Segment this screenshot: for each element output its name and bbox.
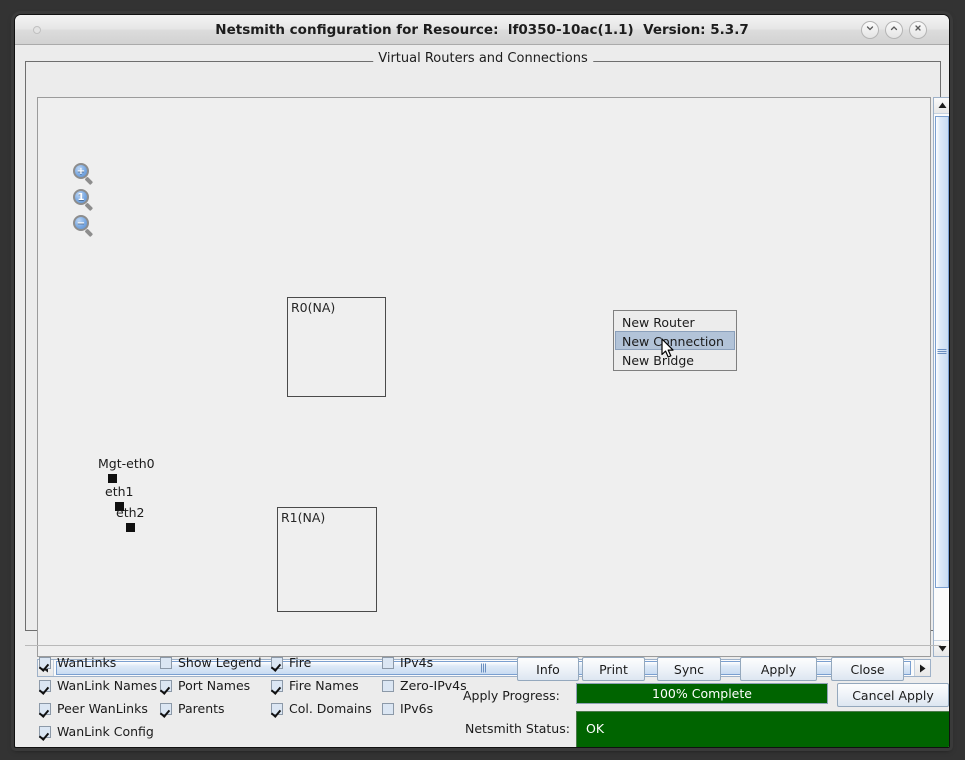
checkbox-box-icon[interactable]	[39, 679, 51, 692]
desktop-background: Netsmith configuration for Resource: lf0…	[0, 0, 965, 760]
router-node[interactable]: R0(NA)	[287, 297, 386, 397]
virtual-routers-panel: Virtual Routers and Connections + 1 − R0…	[25, 51, 949, 677]
checkbox-col-domains[interactable]: Col. Domains	[271, 701, 372, 716]
scrollbar-grip-icon	[937, 349, 947, 355]
apply-progress-bar: 100% Complete	[576, 683, 828, 704]
port-label: Mgt-eth0	[98, 456, 155, 471]
port-label: eth1	[105, 484, 134, 499]
close-button[interactable]: Close	[831, 657, 904, 681]
sync-button[interactable]: Sync	[657, 657, 721, 681]
zoom-in-glyph: +	[73, 163, 89, 179]
checkbox-wanlink-names[interactable]: WanLink Names	[39, 678, 157, 693]
checkbox-label: IPv6s	[400, 701, 434, 716]
port-label: eth2	[116, 505, 145, 520]
netsmith-window: Netsmith configuration for Resource: lf0…	[14, 14, 950, 748]
zoom-out-icon[interactable]: −	[73, 215, 95, 238]
checkbox-label: Zero-IPv4s	[400, 678, 467, 693]
context-menu-item-new-bridge[interactable]: New Bridge	[615, 350, 735, 369]
checkbox-label: WanLink Names	[57, 678, 158, 693]
window-titlebar[interactable]: Netsmith configuration for Resource: lf0…	[15, 15, 949, 45]
close-window-button[interactable]	[909, 21, 927, 39]
magnifier-handle	[84, 176, 94, 186]
magnifier-handle	[84, 228, 94, 238]
vertical-scrollbar-thumb[interactable]	[935, 116, 949, 588]
checkbox-parents[interactable]: Parents	[160, 701, 225, 716]
vertical-scrollbar[interactable]	[933, 97, 949, 657]
checkbox-label: Peer WanLinks	[57, 701, 148, 716]
context-menu-item-new-router[interactable]: New Router	[615, 312, 735, 331]
checkbox-box-icon[interactable]	[382, 702, 394, 715]
checkbox-fire-names[interactable]: Fire Names	[271, 678, 359, 693]
context-menu[interactable]: New Router New Connection New Bridge	[613, 310, 737, 371]
netsmith-status-field: OK	[576, 711, 949, 747]
checkbox-box-icon[interactable]	[271, 679, 283, 692]
checkbox-fire[interactable]: Fire	[271, 655, 311, 670]
checkbox-box-icon[interactable]	[39, 656, 51, 669]
checkbox-label: Fire Names	[289, 678, 359, 693]
context-menu-item-new-connection[interactable]: New Connection	[615, 331, 735, 350]
checkbox-box-icon[interactable]	[39, 725, 51, 738]
checkbox-box-icon[interactable]	[271, 702, 283, 715]
checkbox-wanlinks[interactable]: WanLinks	[39, 655, 116, 670]
checkbox-port-names[interactable]: Port Names	[160, 678, 250, 693]
checkbox-label: WanLinks	[57, 655, 117, 670]
checkbox-box-icon[interactable]	[160, 702, 172, 715]
window-title: Netsmith configuration for Resource: lf0…	[215, 22, 749, 38]
bottom-control-panel: WanLinks WanLink Names Peer WanLinks Wan…	[25, 645, 949, 747]
chevron-up-icon	[890, 26, 898, 31]
checkbox-box-icon[interactable]	[160, 679, 172, 692]
panel-divider	[25, 645, 941, 646]
checkbox-label: Show Legend	[178, 655, 262, 670]
zoom-actual-icon[interactable]: 1	[73, 189, 95, 212]
apply-progress-text: 100% Complete	[652, 686, 752, 701]
magnifier-handle	[84, 202, 94, 212]
apply-button[interactable]: Apply	[740, 657, 817, 681]
checkbox-box-icon[interactable]	[39, 702, 51, 715]
close-icon	[915, 25, 921, 31]
checkbox-label: Col. Domains	[289, 701, 372, 716]
checkbox-zero-ipv4s[interactable]: Zero-IPv4s	[382, 678, 467, 693]
netsmith-status-value: OK	[586, 721, 605, 736]
checkbox-ipv6s[interactable]: IPv6s	[382, 701, 433, 716]
checkbox-show-legend[interactable]: Show Legend	[160, 655, 262, 670]
port-square-icon[interactable]	[126, 523, 135, 532]
router-label: R0(NA)	[291, 300, 336, 315]
router-node[interactable]: R1(NA)	[277, 507, 377, 612]
checkbox-ipv4s[interactable]: IPv4s	[382, 655, 433, 670]
checkbox-label: Parents	[178, 701, 225, 716]
cancel-apply-button[interactable]: Cancel Apply	[837, 683, 949, 707]
print-button[interactable]: Print	[582, 657, 645, 681]
maximize-button[interactable]	[885, 21, 903, 39]
checkbox-label: WanLink Config	[57, 724, 154, 739]
checkbox-wanlink-config[interactable]: WanLink Config	[39, 724, 154, 739]
chevron-down-icon	[866, 26, 874, 31]
netsmith-canvas[interactable]: + 1 − R0(NA) R1(NA) Mgt-eth0 eth1 eth2 N…	[37, 97, 931, 657]
port-square-icon[interactable]	[108, 474, 117, 483]
minimize-button[interactable]	[861, 21, 879, 39]
checkbox-box-icon[interactable]	[382, 679, 394, 692]
checkbox-box-icon[interactable]	[160, 656, 172, 669]
checkbox-peer-wanlinks[interactable]: Peer WanLinks	[39, 701, 148, 716]
scroll-up-button[interactable]	[934, 98, 949, 114]
checkbox-label: Fire	[289, 655, 312, 670]
triangle-up-icon	[938, 102, 946, 108]
info-button[interactable]: Info	[517, 657, 579, 681]
zoom-out-glyph: −	[73, 215, 89, 231]
canvas-surface[interactable]: + 1 − R0(NA) R1(NA) Mgt-eth0 eth1 eth2 N…	[38, 98, 930, 656]
apply-progress-label: Apply Progress:	[463, 688, 560, 703]
checkbox-label: IPv4s	[400, 655, 434, 670]
panel-title: Virtual Routers and Connections	[373, 51, 593, 66]
router-label: R1(NA)	[281, 510, 326, 525]
checkbox-label: Port Names	[178, 678, 251, 693]
checkbox-box-icon[interactable]	[271, 656, 283, 669]
zoom-actual-glyph: 1	[73, 189, 89, 205]
netsmith-status-label: Netsmith Status:	[465, 721, 570, 736]
checkbox-box-icon[interactable]	[382, 656, 394, 669]
zoom-in-icon[interactable]: +	[73, 163, 95, 186]
